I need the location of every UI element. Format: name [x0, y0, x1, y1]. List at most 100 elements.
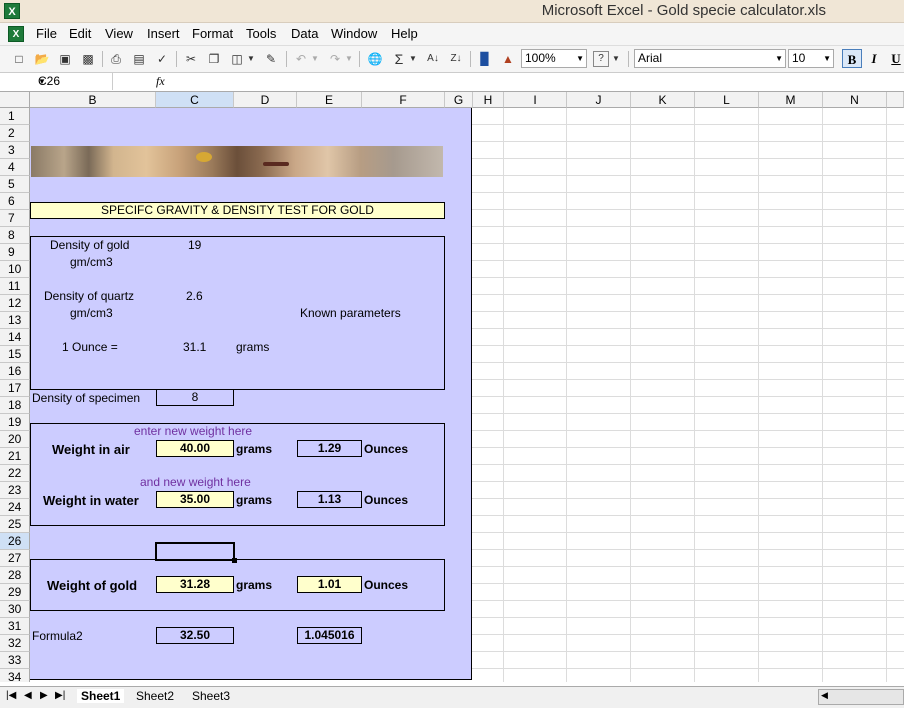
water-weight-ounces[interactable]: 1.13	[297, 491, 362, 508]
row-header-29[interactable]: 29	[0, 584, 30, 601]
column-header-f[interactable]: F	[362, 92, 445, 108]
air-weight-ounces-unit[interactable]: Ounces	[364, 442, 408, 456]
insert-function-icon[interactable]: fx	[156, 73, 165, 90]
gold-weight-grams-unit[interactable]: grams	[236, 578, 272, 592]
density-quartz-unit[interactable]: gm/cm3	[70, 306, 113, 320]
first-sheet-icon[interactable]: |◀	[6, 690, 16, 701]
air-weight-label[interactable]: Weight in air	[52, 442, 130, 457]
row-header-20[interactable]: 20	[0, 431, 30, 448]
underline-button[interactable]: U	[886, 49, 904, 68]
calculator-title[interactable]: SPECIFC GRAVITY & DENSITY TEST FOR GOLD	[30, 202, 445, 219]
autosum-icon[interactable]: Σ	[390, 50, 408, 68]
new-icon[interactable]: □	[10, 50, 28, 68]
gold-weight-grams[interactable]: 31.28	[156, 576, 234, 593]
menu-file[interactable]: File	[36, 26, 57, 41]
row-header-17[interactable]: 17	[0, 380, 30, 397]
row-header-7[interactable]: 7	[0, 210, 30, 227]
tab-sheet3[interactable]: Sheet3	[192, 689, 230, 703]
row-header-5[interactable]: 5	[0, 176, 30, 193]
row-header-13[interactable]: 13	[0, 312, 30, 329]
italic-button[interactable]: I	[864, 49, 884, 68]
select-all-corner[interactable]	[0, 92, 30, 108]
zoom-select[interactable]: 100% ▼	[521, 49, 587, 68]
prev-sheet-icon[interactable]: ◀	[24, 690, 32, 701]
row-header-30[interactable]: 30	[0, 601, 30, 618]
density-quartz-value[interactable]: 2.6	[186, 289, 203, 303]
air-weight-ounces[interactable]: 1.29	[297, 440, 362, 457]
formula-input[interactable]	[178, 73, 898, 90]
column-header-e[interactable]: E	[297, 92, 362, 108]
tab-sheet1[interactable]: Sheet1	[77, 689, 125, 703]
permission-icon[interactable]: ▩	[79, 50, 97, 68]
menu-insert[interactable]: Insert	[147, 26, 180, 41]
drawing-icon[interactable]: ▲	[499, 50, 517, 68]
menu-data[interactable]: Data	[291, 26, 318, 41]
sort-ascending-icon[interactable]: A↓	[424, 50, 442, 68]
gold-weight-ounces-unit[interactable]: Ounces	[364, 578, 408, 592]
specimen-density-label[interactable]: Density of specimen	[32, 391, 140, 405]
redo-dropdown-icon[interactable]: ▼	[344, 50, 354, 68]
tab-sheet2[interactable]: Sheet2	[136, 689, 174, 703]
water-weight-label[interactable]: Weight in water	[43, 493, 139, 508]
undo-icon[interactable]: ↶	[292, 50, 310, 68]
row-header-12[interactable]: 12	[0, 295, 30, 312]
open-icon[interactable]: 📂	[33, 50, 51, 68]
menu-format[interactable]: Format	[192, 26, 233, 41]
row-header-10[interactable]: 10	[0, 261, 30, 278]
water-weight-grams-input[interactable]: 35.00	[156, 491, 234, 508]
workbook-icon[interactable]: X	[8, 26, 24, 42]
name-box-dropdown-icon[interactable]: ▼	[38, 73, 108, 90]
row-header-32[interactable]: 32	[0, 635, 30, 652]
copy-icon[interactable]: ❐	[205, 50, 223, 68]
row-header-34[interactable]: 34	[0, 669, 30, 682]
ounce-value[interactable]: 31.1	[183, 340, 206, 354]
paste-icon[interactable]: ◫	[228, 50, 246, 68]
last-sheet-icon[interactable]: ▶|	[55, 690, 65, 701]
row-header-27[interactable]: 27	[0, 550, 30, 567]
known-parameters-label[interactable]: Known parameters	[300, 306, 401, 320]
air-weight-grams-input[interactable]: 40.00	[156, 440, 234, 457]
row-header-2[interactable]: 2	[0, 125, 30, 142]
next-sheet-icon[interactable]: ▶	[40, 690, 48, 701]
menu-help[interactable]: Help	[391, 26, 418, 41]
horizontal-scrollbar[interactable]: ◀	[818, 689, 904, 705]
row-header-11[interactable]: 11	[0, 278, 30, 295]
menu-edit[interactable]: Edit	[69, 26, 91, 41]
menu-tools[interactable]: Tools	[246, 26, 276, 41]
cut-icon[interactable]: ✂	[182, 50, 200, 68]
formula2-value-c[interactable]: 32.50	[156, 627, 234, 644]
row-header-18[interactable]: 18	[0, 397, 30, 414]
row-header-22[interactable]: 22	[0, 465, 30, 482]
row-header-15[interactable]: 15	[0, 346, 30, 363]
row-header-31[interactable]: 31	[0, 618, 30, 635]
ounce-unit[interactable]: grams	[236, 340, 269, 354]
chart-wizard-icon[interactable]: ▉	[476, 50, 494, 68]
row-header-33[interactable]: 33	[0, 652, 30, 669]
print-preview-icon[interactable]: ▤	[130, 50, 148, 68]
column-header-n[interactable]: N	[823, 92, 887, 108]
column-header-d[interactable]: D	[234, 92, 297, 108]
undo-dropdown-icon[interactable]: ▼	[310, 50, 320, 68]
water-weight-grams-unit[interactable]: grams	[236, 493, 272, 507]
sort-descending-icon[interactable]: Z↓	[447, 50, 465, 68]
formula2-value-e[interactable]: 1.045016	[297, 627, 362, 644]
row-header-8[interactable]: 8	[0, 227, 30, 244]
row-header-21[interactable]: 21	[0, 448, 30, 465]
help-dropdown-icon[interactable]: ▼	[611, 50, 621, 68]
column-header-g[interactable]: G	[445, 92, 473, 108]
menu-window[interactable]: Window	[331, 26, 377, 41]
row-header-4[interactable]: 4	[0, 159, 30, 176]
worksheet-grid[interactable]: B C D E F G H I J K L M N 1 2 3 4 5 6 7 8 9 10 11 1…	[0, 92, 904, 682]
water-weight-ounces-unit[interactable]: Ounces	[364, 493, 408, 507]
row-header-24[interactable]: 24	[0, 499, 30, 516]
excel-app-icon[interactable]: X	[4, 3, 20, 19]
row-header-6[interactable]: 6	[0, 193, 30, 210]
menu-view[interactable]: View	[105, 26, 133, 41]
column-header-i[interactable]: I	[504, 92, 567, 108]
row-header-1[interactable]: 1	[0, 108, 30, 125]
column-header-l[interactable]: L	[695, 92, 759, 108]
scroll-left-icon[interactable]: ◀	[821, 690, 828, 701]
column-header-m[interactable]: M	[759, 92, 823, 108]
formula2-label[interactable]: Formula2	[32, 629, 83, 643]
row-header-9[interactable]: 9	[0, 244, 30, 261]
